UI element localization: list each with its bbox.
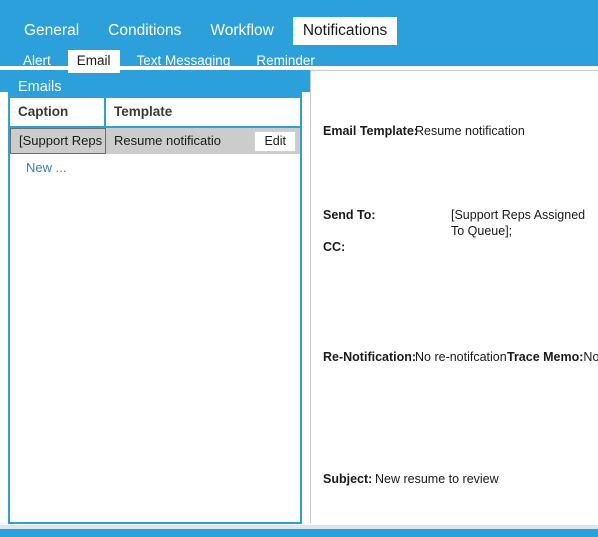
- subtab-email[interactable]: Email: [67, 49, 120, 73]
- email-template-label: Email Template:: [323, 124, 418, 138]
- cc-label: CC:: [323, 240, 346, 254]
- email-details-panel: Email Template: Resume notification Send…: [310, 70, 598, 523]
- subject-label: Subject:: [323, 472, 373, 486]
- renotification-value: No re-notifcation: [415, 350, 507, 364]
- emails-panel: Emails Caption Template [Support Reps A …: [8, 74, 302, 524]
- tab-notifications[interactable]: Notifications: [292, 17, 398, 45]
- send-to-value: [Support Reps Assigned To Queue];: [451, 208, 586, 238]
- cell-template[interactable]: Resume notificatio Edit: [106, 128, 300, 154]
- subtab-text-messaging[interactable]: Text Messaging: [128, 50, 240, 73]
- emails-grid: Caption Template [Support Reps A Resume …: [10, 98, 300, 522]
- sub-tab-bar: Alert Email Text Messaging Reminder: [0, 49, 332, 73]
- window-bottom-bar: [0, 529, 598, 537]
- email-template-value: Resume notification: [415, 124, 525, 138]
- main-tab-bar: General Conditions Workflow Notification…: [0, 17, 406, 45]
- emails-panel-title: Emails: [10, 76, 300, 98]
- column-header-caption[interactable]: Caption: [10, 98, 106, 126]
- trace-memo-label: Trace Memo:: [507, 350, 584, 364]
- emails-grid-header: Caption Template: [10, 98, 300, 128]
- cell-caption[interactable]: [Support Reps A: [10, 128, 106, 154]
- notification-settings-window: General Conditions Workflow Notification…: [0, 0, 598, 537]
- subject-value: New resume to review: [375, 472, 499, 486]
- tab-general[interactable]: General: [14, 17, 89, 45]
- detail-subject: Subject: New resume to review: [311, 471, 598, 487]
- trace-memo-value: No: [583, 350, 598, 364]
- table-row[interactable]: [Support Reps A Resume notificatio Edit: [10, 128, 300, 154]
- tab-workflow[interactable]: Workflow: [200, 17, 283, 45]
- detail-cc: CC:: [311, 239, 598, 255]
- tab-conditions[interactable]: Conditions: [98, 17, 191, 45]
- new-email-row[interactable]: New ...: [10, 154, 300, 180]
- cell-template-text: Resume notificatio: [114, 133, 221, 148]
- subtab-alert[interactable]: Alert: [14, 50, 60, 73]
- column-header-template[interactable]: Template: [106, 98, 300, 126]
- detail-renotification: Re-Notification: No re-notifcation Trace…: [311, 349, 598, 365]
- detail-email-template: Email Template: Resume notification: [311, 123, 598, 139]
- edit-button[interactable]: Edit: [254, 130, 296, 152]
- detail-send-to: Send To: [Support Reps Assigned To Queue…: [311, 207, 598, 239]
- renotification-label: Re-Notification:: [323, 350, 417, 364]
- send-to-label: Send To:: [323, 208, 376, 222]
